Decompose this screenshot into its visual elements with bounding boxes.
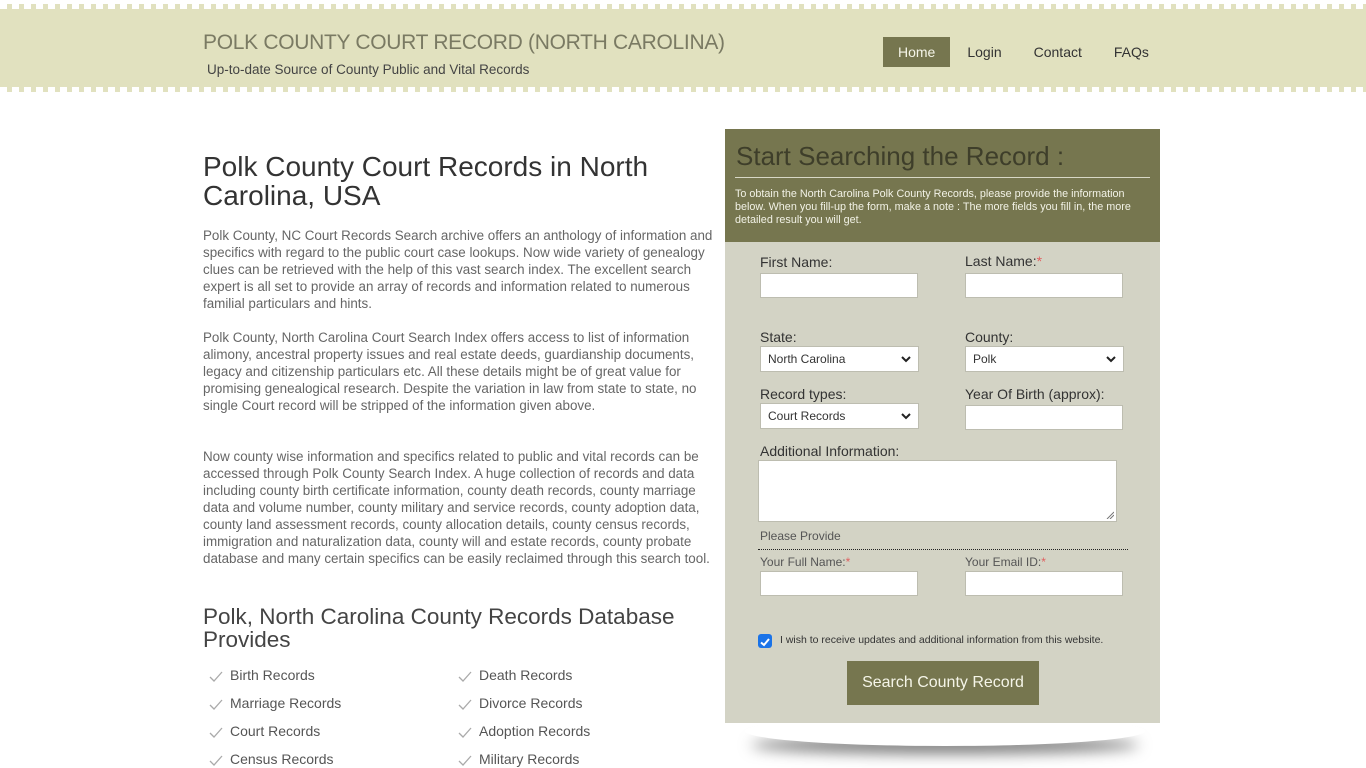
- record-label: Death Records: [479, 666, 573, 683]
- county-label: County:: [965, 329, 1014, 345]
- last-name-label: Last Name:*: [965, 253, 1042, 269]
- records-heading: Polk, North Carolina County Records Data…: [203, 604, 675, 652]
- email-label-text: Your Email ID:: [965, 555, 1042, 569]
- search-form: Start Searching the Record : To obtain t…: [725, 129, 1160, 723]
- first-name-label: First Name:: [760, 254, 832, 270]
- first-name-input[interactable]: [760, 273, 918, 298]
- record-label: Adoption Records: [479, 722, 591, 739]
- email-label: Your Email ID:*: [965, 555, 1046, 569]
- please-provide-label: Please Provide: [760, 529, 841, 543]
- first-name-label-text: First Name:: [760, 254, 833, 270]
- check-icon: [458, 755, 472, 766]
- full-name-label-text: Your Full Name:: [760, 555, 846, 569]
- required-asterisk: *: [1041, 555, 1046, 569]
- form-title-divider: [735, 177, 1150, 178]
- state-select[interactable]: North Carolina: [760, 346, 919, 372]
- state-select-value: North Carolina: [768, 352, 846, 366]
- records-list: Birth Records Death Records Marriage Rec…: [208, 666, 708, 767]
- record-types-select[interactable]: Court Records: [760, 403, 919, 429]
- record-label: Birth Records: [230, 666, 315, 683]
- required-asterisk: *: [845, 555, 851, 569]
- chevron-down-icon: [1106, 355, 1116, 362]
- resize-grip-icon[interactable]: [1106, 511, 1114, 519]
- form-title: Start Searching the Record :: [736, 141, 1065, 171]
- nav-login[interactable]: Login: [952, 37, 1016, 67]
- record-label: Divorce Records: [479, 694, 583, 711]
- updates-checkbox-label[interactable]: I wish to receive updates and additional…: [780, 634, 1103, 646]
- record-types-label: Record types:: [760, 386, 847, 402]
- checkmark-icon: [760, 638, 770, 647]
- county-select[interactable]: Polk: [965, 346, 1124, 372]
- site-title[interactable]: POLK COUNTY COURT RECORD (NORTH CAROLINA…: [203, 31, 725, 55]
- record-item-military: Military Records: [457, 750, 706, 767]
- county-select-value: Polk: [973, 352, 997, 366]
- check-icon: [209, 699, 223, 710]
- search-county-record-button[interactable]: Search County Record: [847, 661, 1039, 705]
- record-item-divorce: Divorce Records: [457, 694, 706, 711]
- check-icon: [209, 755, 223, 766]
- nav-contact[interactable]: Contact: [1019, 37, 1097, 67]
- year-of-birth-label: Year Of Birth (approx):: [965, 386, 1105, 402]
- check-icon: [458, 699, 472, 710]
- header-edge-bottom: [0, 92, 1366, 96]
- record-item-death: Death Records: [457, 666, 706, 683]
- full-name-input[interactable]: [760, 571, 918, 596]
- form-description: To obtain the North Carolina Polk County…: [735, 188, 1131, 226]
- intro-paragraph-1: Polk County, NC Court Records Search arc…: [203, 228, 713, 311]
- required-asterisk: *: [1036, 253, 1043, 269]
- section-divider: [758, 549, 1128, 550]
- nav-home[interactable]: Home: [883, 37, 951, 67]
- record-item-census: Census Records: [208, 750, 457, 767]
- record-label: Marriage Records: [230, 694, 342, 711]
- additional-info-textarea[interactable]: [758, 460, 1117, 522]
- last-name-label-text: Last Name:: [965, 253, 1037, 269]
- header-edge-top: [0, 0, 1366, 4]
- check-icon: [458, 671, 472, 682]
- record-item-birth: Birth Records: [208, 666, 457, 683]
- year-of-birth-input[interactable]: [965, 405, 1123, 430]
- record-item-marriage: Marriage Records: [208, 694, 457, 711]
- site-header: POLK COUNTY COURT RECORD (NORTH CAROLINA…: [0, 0, 1366, 96]
- record-item-adoption: Adoption Records: [457, 722, 706, 739]
- intro-paragraph-3: Now county wise information and specific…: [203, 449, 710, 566]
- chevron-down-icon: [901, 355, 911, 362]
- record-item-court: Court Records: [208, 722, 457, 739]
- record-label: Military Records: [479, 750, 580, 767]
- full-name-label: Your Full Name:*: [760, 555, 850, 569]
- email-input[interactable]: [965, 571, 1123, 596]
- check-icon: [209, 727, 223, 738]
- site-tagline: Up-to-date Source of County Public and V…: [207, 62, 530, 77]
- record-label: Court Records: [230, 722, 321, 739]
- last-name-input[interactable]: [965, 273, 1123, 298]
- chevron-down-icon: [901, 412, 911, 419]
- additional-info-label: Additional Information:: [760, 443, 900, 459]
- nav-faqs[interactable]: FAQs: [1099, 37, 1164, 67]
- state-label: State:: [760, 329, 797, 345]
- check-icon: [458, 727, 472, 738]
- main-nav: Home Login Contact FAQs: [883, 37, 1166, 67]
- record-types-select-value: Court Records: [768, 409, 846, 423]
- intro-paragraph-2: Polk County, North Carolina Court Search…: [203, 330, 697, 413]
- form-header: Start Searching the Record : To obtain t…: [725, 129, 1160, 242]
- updates-checkbox[interactable]: [758, 634, 772, 648]
- check-icon: [209, 671, 223, 682]
- record-label: Census Records: [230, 750, 334, 767]
- page-title: Polk County Court Records in North Carol…: [203, 151, 649, 211]
